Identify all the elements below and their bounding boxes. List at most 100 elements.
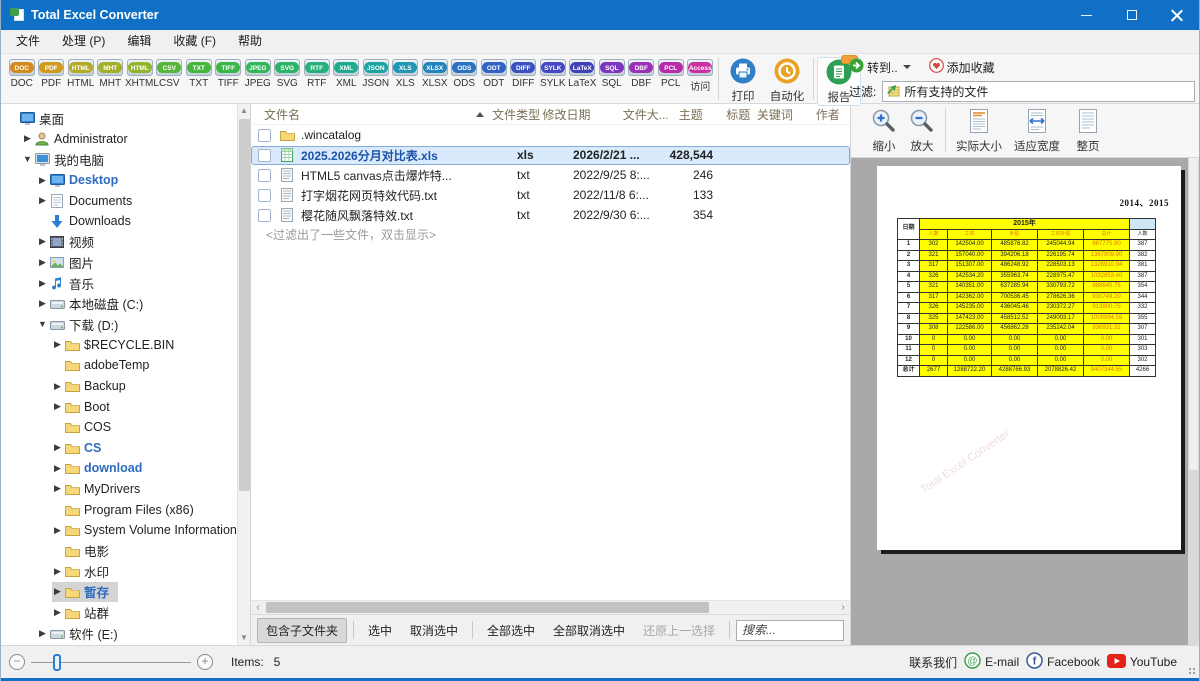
check-all-button[interactable]: 全部选中	[479, 619, 543, 642]
column-header-size[interactable]: 文件大...	[620, 106, 673, 123]
tree-item-Desktop[interactable]: ▶Desktop	[1, 170, 250, 191]
arrow-collapsed-icon[interactable]: ▶	[37, 236, 48, 247]
whole-page-button[interactable]: 整页	[1066, 108, 1110, 154]
file-row-1[interactable]: 2025.2026分月对比表.xlsxls2026/2/21 ...428,54…	[251, 145, 850, 165]
format-button-html[interactable]: HTMLHTML	[66, 57, 96, 93]
tree-scrollbar[interactable]: ▲ ▼	[237, 104, 250, 645]
include-subfolders-button[interactable]: 包含子文件夹	[257, 618, 347, 643]
tree-item-MyDrivers[interactable]: ▶MyDrivers	[1, 479, 250, 500]
arrow-collapsed-icon[interactable]: ▶	[37, 175, 48, 186]
tree-item-下载-(D:)[interactable]: ▼下载 (D:)	[1, 314, 250, 335]
format-button-mht[interactable]: MHTMHT	[96, 57, 126, 93]
tree-item-视频[interactable]: ▶视频	[1, 232, 250, 253]
tree-item-System-Volume-Information[interactable]: ▶System Volume Information	[1, 520, 250, 541]
menu-item-4[interactable]: 帮助	[227, 30, 273, 53]
format-button-xls[interactable]: XLSXLS	[391, 57, 421, 93]
checkbox[interactable]	[258, 189, 271, 202]
file-row-4[interactable]: 樱花随风飘落特效.txttxt2022/9/30 6:...354	[251, 205, 850, 225]
format-button-diff[interactable]: DIFFDIFF	[509, 57, 539, 93]
uncheck-button[interactable]: 取消选中	[402, 619, 466, 642]
automate-button[interactable]: 自动化	[764, 57, 810, 104]
column-header-title[interactable]: 标题	[720, 106, 757, 123]
column-header-name[interactable]: 文件名	[251, 106, 492, 123]
tree-item-Administrator[interactable]: ▶Administrator	[1, 129, 250, 150]
scroll-right-icon[interactable]: ›	[836, 601, 850, 615]
zoom-in-button[interactable]: 放大	[903, 108, 941, 154]
format-button-ods[interactable]: ODSODS	[450, 57, 480, 93]
print-button[interactable]: 打印	[722, 57, 764, 104]
format-button-rtf[interactable]: RTFRTF	[302, 57, 332, 93]
close-button[interactable]	[1154, 0, 1199, 30]
arrow-collapsed-icon[interactable]: ▶	[37, 278, 48, 289]
tree-item-暂存[interactable]: ▶暂存	[1, 582, 250, 603]
tree-item-adobeTemp[interactable]: adobeTemp	[1, 355, 250, 376]
tree-item-本地磁盘-(C:)[interactable]: ▶本地磁盘 (C:)	[1, 293, 250, 314]
tree-item-Boot[interactable]: ▶Boot	[1, 396, 250, 417]
checkbox[interactable]	[258, 129, 271, 142]
scroll-down-icon[interactable]: ▼	[238, 631, 250, 645]
zoom-out-button[interactable]: 缩小	[865, 108, 903, 154]
arrow-collapsed-icon[interactable]: ▶	[52, 381, 63, 392]
zoom-in-slider-icon[interactable]: +	[197, 654, 213, 670]
format-button-xlsx[interactable]: XLSXXLSX	[420, 57, 450, 93]
tree-item-$RECYCLE.BIN[interactable]: ▶$RECYCLE.BIN	[1, 335, 250, 356]
file-row-2[interactable]: HTML5 canvas点击爆炸特...txt2022/9/25 8:...24…	[251, 165, 850, 185]
format-button-jpeg[interactable]: JPEGJPEG	[243, 57, 273, 93]
column-header-keywords[interactable]: 关键词	[757, 106, 804, 123]
menu-item-3[interactable]: 收藏 (F)	[162, 30, 227, 53]
format-button-svg[interactable]: SVGSVG	[273, 57, 303, 93]
format-button-sylk[interactable]: SYLKSYLK	[538, 57, 568, 93]
tree-item-COS[interactable]: COS	[1, 417, 250, 438]
youtube-link[interactable]: YouTube	[1107, 654, 1177, 671]
arrow-collapsed-icon[interactable]: ▶	[52, 586, 63, 597]
tree-item-电影[interactable]: 电影	[1, 540, 250, 561]
format-button-odt[interactable]: ODTODT	[479, 57, 509, 93]
search-input[interactable]	[736, 620, 844, 641]
arrow-collapsed-icon[interactable]: ▶	[52, 463, 63, 474]
list-horizontal-scrollbar[interactable]: ‹ ›	[251, 600, 850, 614]
scroll-up-icon[interactable]: ▲	[238, 104, 250, 118]
contact-us-link[interactable]: 联系我们	[909, 654, 957, 671]
tree-item-桌面[interactable]: 桌面	[1, 108, 250, 129]
goto-button[interactable]: 转到..	[849, 58, 911, 76]
arrow-collapsed-icon[interactable]: ▶	[22, 133, 33, 144]
tree-item-Downloads[interactable]: Downloads	[1, 211, 250, 232]
arrow-collapsed-icon[interactable]: ▶	[52, 607, 63, 618]
arrow-collapsed-icon[interactable]: ▶	[37, 628, 48, 639]
format-button-pdf[interactable]: PDFPDF	[37, 57, 67, 93]
tree-item-站群[interactable]: ▶站群	[1, 602, 250, 623]
tree-item-音乐[interactable]: ▶音乐	[1, 273, 250, 294]
arrow-collapsed-icon[interactable]: ▶	[52, 442, 63, 453]
email-link[interactable]: @ E-mail	[964, 652, 1019, 672]
slider-thumb[interactable]	[53, 654, 61, 671]
column-header-type[interactable]: 文件类型	[492, 106, 542, 123]
tree-item-软件-(E:)[interactable]: ▶软件 (E:)	[1, 623, 250, 644]
format-button-csv[interactable]: CSVCSV	[155, 57, 185, 93]
tree-item-CS[interactable]: ▶CS	[1, 438, 250, 459]
zoom-out-slider-icon[interactable]: −	[9, 654, 25, 670]
arrow-collapsed-icon[interactable]: ▶	[52, 525, 63, 536]
actual-size-button[interactable]: 实际大小	[950, 108, 1008, 154]
tree-item-Documents[interactable]: ▶Documents	[1, 190, 250, 211]
check-button[interactable]: 选中	[360, 619, 400, 642]
menu-item-1[interactable]: 处理 (P)	[51, 30, 116, 53]
minimize-button[interactable]	[1064, 0, 1109, 30]
format-button-latex[interactable]: LaTeXLaTeX	[568, 57, 598, 93]
arrow-collapsed-icon[interactable]: ▶	[52, 339, 63, 350]
size-slider[interactable]	[31, 662, 191, 663]
format-button-xml[interactable]: XMLXML	[332, 57, 362, 93]
tree-item-我的电脑[interactable]: ▼我的电脑	[1, 149, 250, 170]
format-button-doc[interactable]: DOCDOC	[7, 57, 37, 93]
column-header-date[interactable]: 修改日期	[543, 106, 621, 123]
add-favorite-button[interactable]: 添加收藏	[929, 58, 995, 76]
maximize-button[interactable]	[1109, 0, 1154, 30]
preview-scrollbar[interactable]	[1188, 158, 1199, 645]
uncheck-all-button[interactable]: 全部取消选中	[545, 619, 633, 642]
format-button-访问[interactable]: Access访问	[686, 57, 716, 93]
column-header-author[interactable]: 作者	[804, 106, 850, 123]
column-header-subject[interactable]: 主题	[673, 106, 720, 123]
format-button-sql[interactable]: SQLSQL	[597, 57, 627, 93]
arrow-expanded-icon[interactable]: ▼	[22, 154, 33, 164]
format-button-xhtml[interactable]: HTMLXHTML	[125, 57, 155, 93]
menu-item-0[interactable]: 文件	[5, 30, 51, 53]
